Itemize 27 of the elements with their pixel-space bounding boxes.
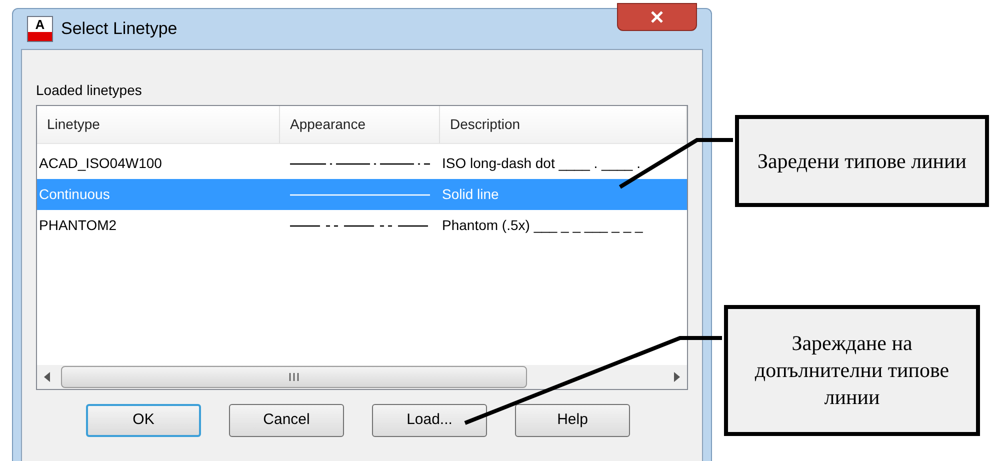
grip-icon	[289, 373, 299, 381]
linetype-name: Continuous	[38, 185, 111, 204]
dialog-button[interactable]: Load...	[372, 404, 487, 437]
callout-label: Заредени типове линии	[735, 115, 989, 207]
linetype-name: PHANTOM2	[38, 216, 118, 235]
app-icon-letter: A	[28, 17, 52, 32]
column-header[interactable]: Description	[440, 106, 687, 143]
column-header[interactable]: Linetype	[37, 106, 280, 143]
horizontal-scrollbar[interactable]	[37, 365, 687, 389]
linetype-row[interactable]: PHANTOM2 Phantom (.5x) ___ _ _ ___ _ _ _	[37, 210, 687, 241]
dialog-button[interactable]: OK	[86, 404, 201, 437]
list-label: Loaded linetypes	[36, 81, 143, 100]
linetype-row[interactable]: ACAD_ISO04W100 ISO long-dash dot ____ . ____ .	[37, 148, 687, 179]
column-header[interactable]: Appearance	[280, 106, 440, 143]
scrollbar-thumb[interactable]	[61, 366, 527, 388]
callout-label: Зареждане на допълнителни типове линии	[724, 305, 980, 436]
linetype-description: ISO long-dash dot ____ . ____ .	[441, 154, 642, 173]
linetype-name: ACAD_ISO04W100	[38, 154, 163, 173]
close-icon	[650, 11, 664, 23]
dialog-button[interactable]: Help	[515, 404, 630, 437]
linetype-description: Phantom (.5x) ___ _ _ ___ _ _ _	[441, 216, 644, 235]
window-title: Select Linetype	[61, 18, 178, 40]
scroll-right-icon[interactable]	[673, 372, 681, 382]
close-button[interactable]	[617, 3, 697, 31]
scroll-left-icon[interactable]	[43, 372, 51, 382]
dialog-button[interactable]: Cancel	[229, 404, 344, 437]
linetype-description: Solid line	[441, 185, 500, 204]
